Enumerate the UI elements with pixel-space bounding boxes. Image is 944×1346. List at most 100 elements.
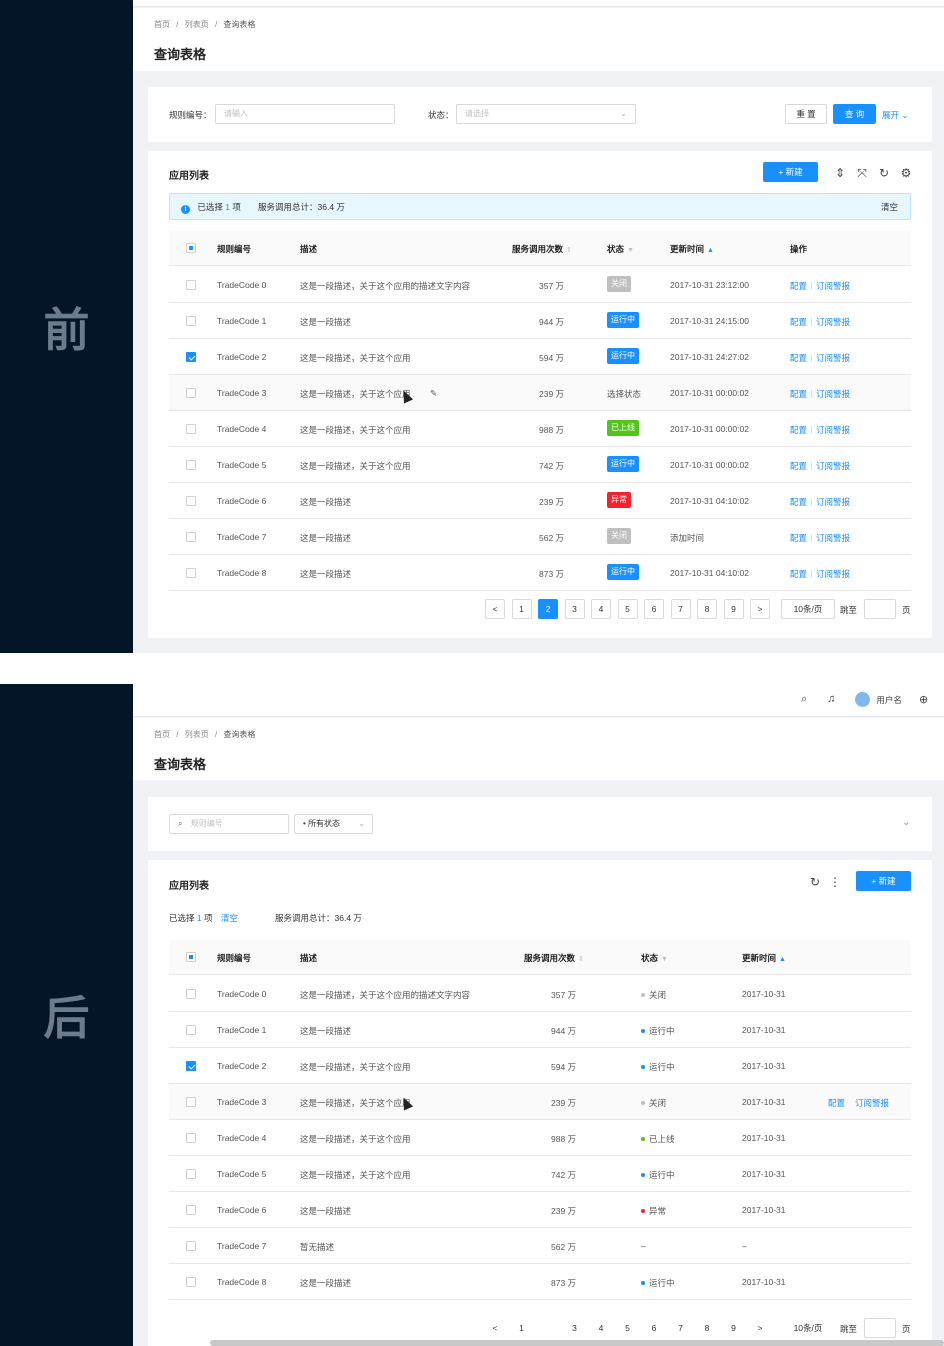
select-all-checkbox[interactable] bbox=[186, 952, 196, 962]
row-checkbox[interactable] bbox=[186, 316, 196, 326]
row-checkbox[interactable] bbox=[186, 1061, 196, 1071]
breadcrumb-list[interactable]: 列表页 bbox=[185, 730, 209, 739]
row-checkbox[interactable] bbox=[186, 1097, 196, 1107]
row-checkbox[interactable] bbox=[186, 1277, 196, 1287]
page-6-button[interactable]: 6 bbox=[644, 599, 664, 619]
row-checkbox[interactable] bbox=[186, 460, 196, 470]
breadcrumb-home[interactable]: 首页 bbox=[154, 20, 170, 29]
row-checkbox[interactable] bbox=[186, 1169, 196, 1179]
col-update-time[interactable]: 更新时间 ▲ bbox=[670, 243, 714, 255]
reset-button[interactable]: 重 置 bbox=[785, 104, 827, 124]
subscribe-alert-link[interactable]: 订阅警报 bbox=[816, 317, 850, 327]
page-2-button[interactable]: 2 bbox=[538, 599, 558, 619]
row-checkbox[interactable] bbox=[186, 1205, 196, 1215]
page-1-button[interactable]: 1 bbox=[512, 1318, 532, 1338]
reload-icon[interactable]: ↻ bbox=[877, 166, 891, 180]
row-checkbox[interactable] bbox=[186, 989, 196, 999]
prev-page-button[interactable]: < bbox=[485, 599, 505, 619]
row-checkbox[interactable] bbox=[186, 1241, 196, 1251]
page-4-button[interactable]: 4 bbox=[591, 1318, 611, 1338]
configure-link[interactable]: 配置 bbox=[790, 353, 807, 363]
subscribe-alert-link[interactable]: 订阅警报 bbox=[816, 569, 850, 579]
breadcrumb-list[interactable]: 列表页 bbox=[185, 20, 209, 29]
clear-selection-link[interactable]: 清空 bbox=[221, 913, 238, 923]
row-checkbox[interactable] bbox=[186, 352, 196, 362]
select-all-checkbox[interactable] bbox=[186, 243, 196, 253]
page-4-button[interactable]: 4 bbox=[591, 599, 611, 619]
rule-number-input[interactable]: ⌕ 规则编号 bbox=[169, 814, 289, 834]
configure-link[interactable]: 配置 bbox=[790, 497, 807, 507]
settings-gear-icon[interactable]: ⚙ bbox=[899, 166, 913, 180]
subscribe-alert-link[interactable]: 订阅警报 bbox=[816, 497, 850, 507]
page-3-button[interactable]: 3 bbox=[564, 599, 585, 619]
expand-link[interactable]: 展开 ⌄ bbox=[882, 109, 909, 121]
configure-link[interactable]: 配置 bbox=[828, 1098, 845, 1108]
page-7-button[interactable]: 7 bbox=[671, 1318, 691, 1338]
row-checkbox[interactable] bbox=[186, 1133, 196, 1143]
subscribe-alert-link[interactable]: 订阅警报 bbox=[816, 533, 850, 543]
configure-link[interactable]: 配置 bbox=[790, 569, 807, 579]
jump-page-input[interactable] bbox=[864, 1318, 896, 1338]
user-menu[interactable]: 用户名 bbox=[855, 692, 902, 707]
configure-link[interactable]: 配置 bbox=[790, 389, 807, 399]
bell-icon[interactable]: ♫ bbox=[827, 693, 835, 705]
row-checkbox[interactable] bbox=[186, 280, 196, 290]
row-checkbox[interactable] bbox=[186, 532, 196, 542]
page-1-button[interactable]: 1 bbox=[511, 599, 532, 619]
row-checkbox[interactable] bbox=[186, 568, 196, 578]
row-checkbox[interactable] bbox=[186, 1025, 196, 1035]
density-icon[interactable]: ⇕ bbox=[833, 166, 847, 180]
horizontal-scrollbar[interactable] bbox=[210, 1340, 944, 1346]
status-select-link[interactable]: 选择状态 bbox=[607, 388, 641, 400]
query-button[interactable]: 查 询 bbox=[833, 104, 876, 124]
edit-icon[interactable]: ✎ bbox=[430, 388, 437, 399]
page-2-button[interactable]: 2 bbox=[538, 1318, 558, 1338]
globe-icon[interactable]: ⊕ bbox=[919, 693, 928, 706]
prev-page-button[interactable]: < bbox=[485, 1318, 505, 1338]
expand-chevron-icon[interactable]: ⌄ bbox=[902, 817, 910, 828]
configure-link[interactable]: 配置 bbox=[790, 533, 807, 543]
page-size-select[interactable]: 10条/页 bbox=[781, 1318, 835, 1338]
configure-link[interactable]: 配置 bbox=[790, 281, 807, 291]
col-call-count[interactable]: 服务调用次数 ⇕ bbox=[512, 243, 572, 255]
search-icon[interactable]: ⌕ bbox=[801, 693, 807, 706]
configure-link[interactable]: 配置 bbox=[790, 461, 807, 471]
more-vertical-icon[interactable]: ⋮ bbox=[828, 875, 842, 889]
reload-icon[interactable]: ↻ bbox=[808, 875, 822, 889]
page-6-button[interactable]: 6 bbox=[644, 1318, 664, 1338]
col-call-count[interactable]: 服务调用次数 ⇕ bbox=[524, 952, 584, 964]
breadcrumb-home[interactable]: 首页 bbox=[154, 730, 170, 739]
new-button[interactable]: + 新建 bbox=[856, 871, 911, 891]
clear-selection-link[interactable]: 清空 bbox=[881, 201, 898, 213]
row-checkbox[interactable] bbox=[186, 388, 196, 398]
fullscreen-icon[interactable]: ⤧ bbox=[855, 166, 869, 180]
page-8-button[interactable]: 8 bbox=[697, 599, 717, 619]
col-update-time[interactable]: 更新时间 ▲ bbox=[742, 952, 786, 964]
status-select[interactable]: 请选择 ⌄ bbox=[456, 104, 636, 124]
rule-number-input[interactable]: 请输入 bbox=[215, 104, 395, 124]
row-checkbox[interactable] bbox=[186, 496, 196, 506]
page-9-button[interactable]: 9 bbox=[723, 599, 744, 619]
page-5-button[interactable]: 5 bbox=[618, 1318, 638, 1338]
col-status[interactable]: 状态 ▼ bbox=[641, 952, 668, 964]
next-page-button[interactable]: > bbox=[750, 599, 770, 619]
subscribe-alert-link[interactable]: 订阅警报 bbox=[816, 461, 850, 471]
page-3-button[interactable]: 3 bbox=[565, 1318, 585, 1338]
subscribe-alert-link[interactable]: 订阅警报 bbox=[816, 281, 850, 291]
page-7-button[interactable]: 7 bbox=[670, 599, 691, 619]
col-status[interactable]: 状态 ▼ bbox=[607, 243, 634, 255]
status-select[interactable]: • 所有状态 ⌄ bbox=[294, 814, 373, 834]
page-8-button[interactable]: 8 bbox=[697, 1318, 717, 1338]
page-5-button[interactable]: 5 bbox=[617, 599, 638, 619]
page-9-button[interactable]: 9 bbox=[724, 1318, 744, 1338]
subscribe-alert-link[interactable]: 订阅警报 bbox=[816, 353, 850, 363]
subscribe-alert-link[interactable]: 订阅警报 bbox=[816, 425, 850, 435]
add-time-link[interactable]: 添加时间 bbox=[670, 532, 704, 544]
new-button[interactable]: + 新建 bbox=[763, 162, 818, 182]
subscribe-alert-link[interactable]: 订阅警报 bbox=[855, 1098, 889, 1108]
jump-page-input[interactable] bbox=[864, 599, 896, 619]
configure-link[interactable]: 配置 bbox=[790, 425, 807, 435]
page-size-select[interactable]: 10条/页 bbox=[781, 599, 835, 619]
subscribe-alert-link[interactable]: 订阅警报 bbox=[816, 389, 850, 399]
configure-link[interactable]: 配置 bbox=[790, 317, 807, 327]
